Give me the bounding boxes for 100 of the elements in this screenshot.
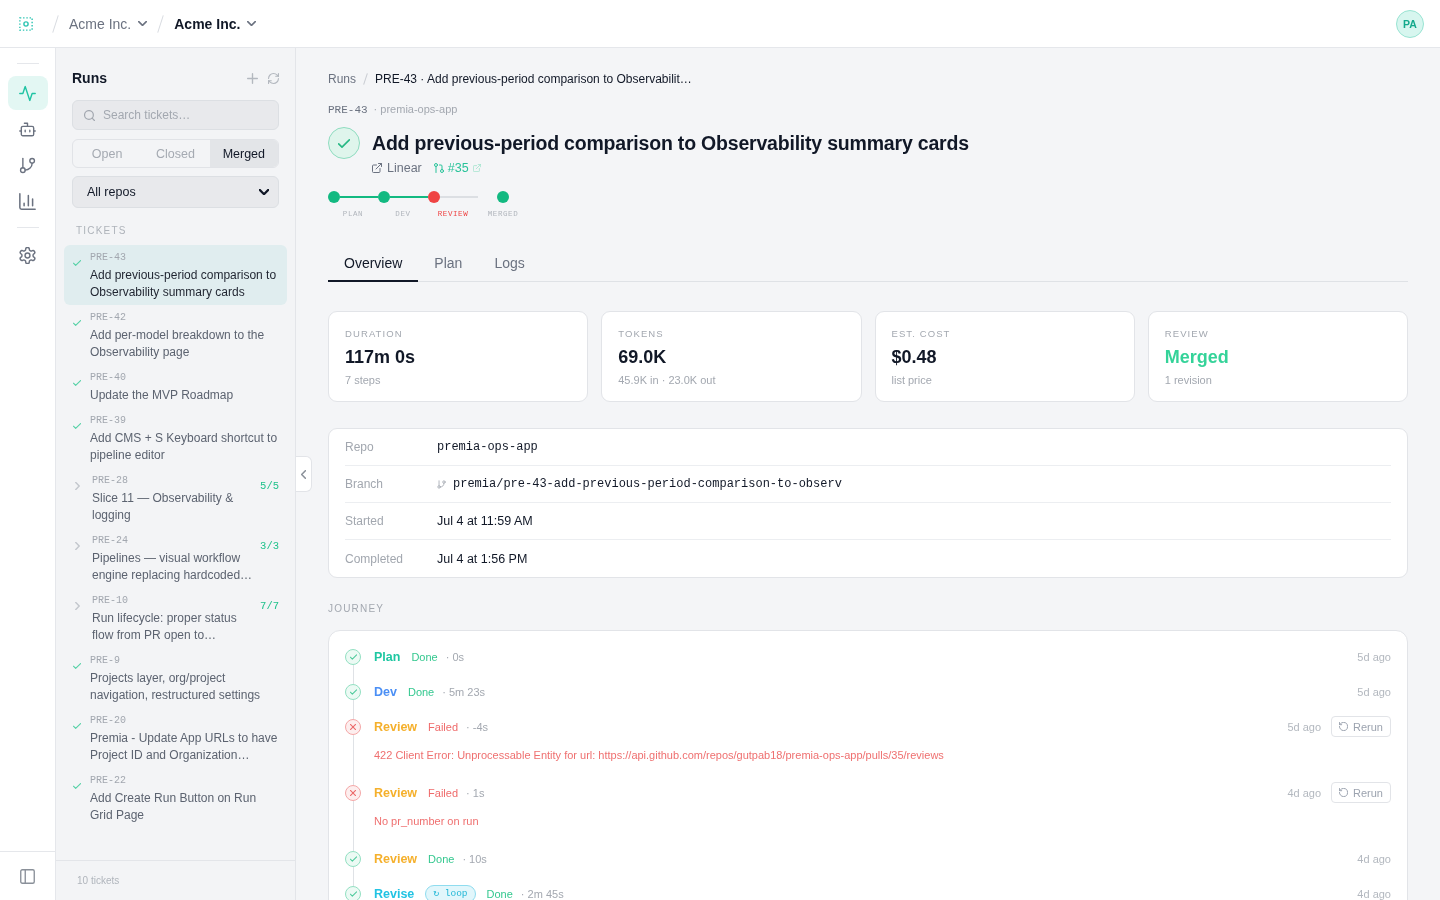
subtask-progress: 5/5 (260, 480, 279, 492)
detail-label: Started (345, 514, 385, 528)
stat-label: REVIEW (1164, 328, 1209, 340)
chevron-left-icon (301, 469, 306, 479)
rerun-icon (1339, 788, 1349, 797)
nav-button[interactable] (7, 76, 48, 110)
breadcrumb-current: PRE-43 · Add previous-period comparison to Observabilit… (375, 71, 692, 87)
step-status: Done (411, 650, 438, 663)
step-duration: · -4s (466, 720, 489, 733)
ticket-item[interactable]: PRE-24 Pipelines — visual workflow engine replacing hardcoded… 3/3 (64, 528, 287, 588)
step-status: Failed (428, 786, 459, 799)
step-time: 4d ago (1357, 852, 1391, 865)
ticket-item[interactable]: PRE-40 Update the MVP Roadmap (64, 365, 287, 408)
ticket-title: Add per-model breakdown to the Observability page (90, 327, 266, 361)
filter-tab[interactable]: Merged (209, 140, 278, 167)
tab[interactable]: Plan (418, 245, 479, 282)
chevron-down-icon (138, 21, 148, 26)
ticket-id: PRE-28 (92, 474, 128, 488)
section-label: TICKETS (75, 225, 127, 237)
stat-value: 69.0K (618, 346, 667, 368)
stat-note: list price (891, 373, 932, 387)
stage-connector (390, 196, 428, 198)
search-field[interactable]: Search tickets… (72, 100, 279, 130)
stat-label: DURATION (345, 328, 403, 340)
run-id: PRE-43 (328, 103, 368, 118)
detail-value: Jul 4 at 11:59 AM (437, 514, 533, 528)
ticket-id: PRE-42 (90, 311, 126, 325)
external-link-icon (372, 163, 382, 173)
check-icon (73, 663, 81, 669)
branch-icon (437, 479, 446, 489)
ticket-item[interactable]: PRE-22 Add Create Run Button on Run Grid Page (64, 768, 287, 828)
run-title: Add previous-period comparison to Observability summary cards (372, 131, 969, 155)
stat-note: 1 revision (1164, 373, 1212, 387)
chevron-right-icon (75, 482, 80, 490)
logo-icon[interactable] (19, 16, 33, 31)
step-duration: · 0s (445, 650, 465, 663)
step-status: Done (486, 887, 513, 900)
bar-chart-icon (19, 192, 36, 210)
step-status: Done (428, 852, 455, 865)
search-icon (84, 110, 95, 121)
ticket-item[interactable]: PRE-9 Projects layer, org/project navigation, restructured settings (64, 648, 287, 708)
ticket-item[interactable]: PRE-28 Slice 11 — Observability & logging 5/5 (64, 468, 287, 528)
tab[interactable]: Logs (478, 245, 541, 282)
breadcrumb-link[interactable]: Runs (328, 71, 356, 87)
step-time: 4d ago (1357, 887, 1391, 900)
robot-icon (19, 120, 36, 138)
ticket-count: 10 tickets (77, 875, 120, 886)
step-status: Done (407, 685, 435, 698)
ticket-item[interactable]: PRE-42 Add per-model breakdown to the Observability page (64, 305, 287, 365)
ticket-item[interactable]: PRE-39 Add CMS + S Keyboard shortcut to pipeline editor (64, 408, 287, 468)
ticket-title: Slice 11 — Observability & logging (92, 490, 235, 524)
stat-note: 7 steps (345, 373, 381, 387)
stat-value: 117m 0s (345, 346, 416, 368)
plus-icon[interactable] (247, 72, 258, 84)
run-repo: · premia-ops-app (373, 102, 458, 117)
ticket-title: Add CMS + S Keyboard shortcut to pipeline editor (90, 430, 279, 464)
stat-label: EST. COST (891, 328, 951, 340)
ticket-id: PRE-22 (90, 774, 126, 788)
chevron-down-icon (259, 189, 269, 195)
step-duration: · 2m 45s (520, 887, 564, 900)
stage-connector (340, 196, 378, 198)
rerun-icon (1339, 722, 1349, 731)
step-name: Plan (374, 649, 401, 664)
repo-select[interactable]: All repos (72, 176, 279, 208)
sidebar-toggle-icon[interactable] (20, 868, 35, 884)
panel-title: Runs (72, 70, 107, 86)
ticket-id: PRE-24 (92, 534, 128, 548)
detail-value: Jul 4 at 1:56 PM (437, 551, 528, 566)
ticket-item[interactable]: PRE-10 Run lifecycle: proper status flow from PR open to… 7/7 (64, 588, 287, 648)
detail-label: Branch (345, 477, 385, 491)
stat-value: $0.48 (891, 346, 937, 368)
org-switcher[interactable]: Acme Inc. (69, 9, 148, 38)
refresh-icon[interactable] (268, 72, 279, 84)
ticket-item[interactable]: PRE-20 Premia - Update App URLs to have Project ID and Organization… (64, 708, 287, 768)
pull-request-icon (433, 163, 444, 173)
external-link[interactable]: Linear (372, 161, 422, 175)
ticket-id: PRE-40 (90, 371, 126, 385)
ticket-item[interactable]: PRE-43 Add previous-period comparison to Observability summary cards (64, 245, 287, 305)
step-name: Dev (374, 684, 397, 699)
activity-icon (19, 84, 36, 102)
ticket-id: PRE-10 (92, 594, 128, 608)
tab[interactable]: Overview (328, 245, 419, 282)
detail-label: Repo (345, 440, 375, 454)
step-duration: · 10s (462, 852, 487, 865)
subtask-progress: 3/3 (260, 540, 279, 552)
step-name: Review (374, 719, 418, 734)
chevron-down-icon (247, 21, 257, 26)
stat-value: Merged (1164, 346, 1229, 368)
error-message: 422 Client Error: Unprocessable Entity for url: https://api.github.com/repos/gutpab18/premia-ops-app/pulls/35/reviews (374, 748, 945, 763)
chevron-right-icon (75, 602, 80, 610)
stat-label: TOKENS (618, 328, 664, 340)
ticket-title: Add previous-period comparison to Observability summary cards (90, 267, 278, 301)
collapse-handle[interactable] (296, 456, 312, 492)
ticket-title: Update the MVP Roadmap (90, 387, 235, 404)
error-message: No pr_number on run (374, 814, 480, 829)
org-switcher[interactable]: Acme Inc. (174, 9, 257, 38)
step-duration: · 5m 23s (442, 685, 486, 698)
subtask-progress: 7/7 (260, 600, 279, 612)
check-icon (73, 783, 81, 789)
step-duration: · 1s (466, 786, 485, 799)
